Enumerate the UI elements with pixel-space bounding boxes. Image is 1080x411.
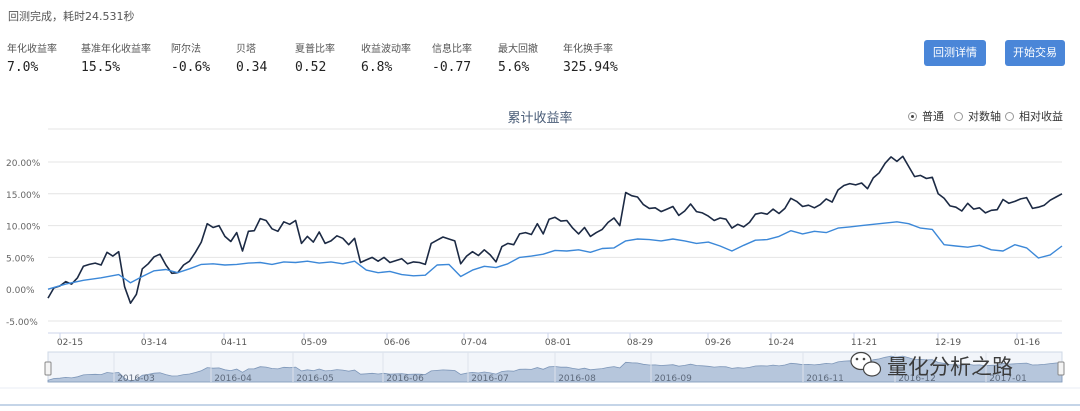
x-tick-label: 08-29 [627, 338, 653, 348]
navigator-label: 2016-03 [117, 374, 155, 384]
x-tick-label: 10-24 [768, 338, 794, 348]
x-tick-label: 06-06 [384, 338, 410, 348]
wechat-eye [855, 357, 859, 361]
y-tick-label: 20.00% [6, 159, 41, 169]
navigator-label: 2016-06 [386, 374, 424, 384]
navigator-label: 2016-05 [296, 374, 334, 384]
x-tick-label: 04-11 [221, 338, 247, 348]
navigator-label: 2016-09 [654, 374, 692, 384]
x-tick-label: 12-19 [935, 338, 961, 348]
x-tick-label: 08-01 [545, 338, 571, 348]
x-tick-label: 07-04 [461, 338, 487, 348]
wechat-eye [862, 357, 866, 361]
y-tick-label: 0.00% [6, 286, 35, 296]
y-tick-label: 5.00% [6, 254, 35, 264]
series-lines [47, 155, 1063, 304]
grid-lines [48, 128, 1062, 322]
navigator-label: 2016-08 [558, 374, 596, 384]
x-tick-label: 02-15 [57, 338, 83, 348]
x-tick-label: 05-09 [301, 338, 327, 348]
benchmark-line [47, 155, 1063, 304]
navigator-label: 2016-11 [806, 374, 844, 384]
bottom-divider [0, 404, 1080, 406]
x-axis: 02-15 03-14 04-11 05-09 06-06 07-04 08-01 08-29… [48, 332, 1062, 348]
y-tick-label: 10.00% [6, 223, 41, 233]
y-tick-label: 15.00% [6, 191, 41, 201]
y-tick-label: -5.00% [6, 318, 38, 328]
navigator-left-handle [44, 361, 52, 376]
strategy-line [47, 221, 1063, 290]
x-tick-label: 09-26 [705, 338, 731, 348]
watermark-text: 量化分析之路 [887, 355, 1013, 379]
cumulative-return-chart[interactable]: 20.00% 15.00% 10.00% 5.00% 0.00% -5.00% 02-15… [0, 0, 1080, 411]
navigator-label: 2016-07 [471, 374, 509, 384]
x-tick-label: 03-14 [141, 338, 167, 348]
x-tick-label: 01-16 [1014, 338, 1040, 348]
wechat-bubble-small [862, 361, 882, 377]
navigator-label: 2016-04 [214, 374, 252, 384]
navigator-right-handle [1057, 361, 1065, 376]
y-axis-ticks: 20.00% 15.00% 10.00% 5.00% 0.00% -5.00% [6, 159, 41, 328]
x-tick-label: 11-21 [851, 338, 877, 348]
